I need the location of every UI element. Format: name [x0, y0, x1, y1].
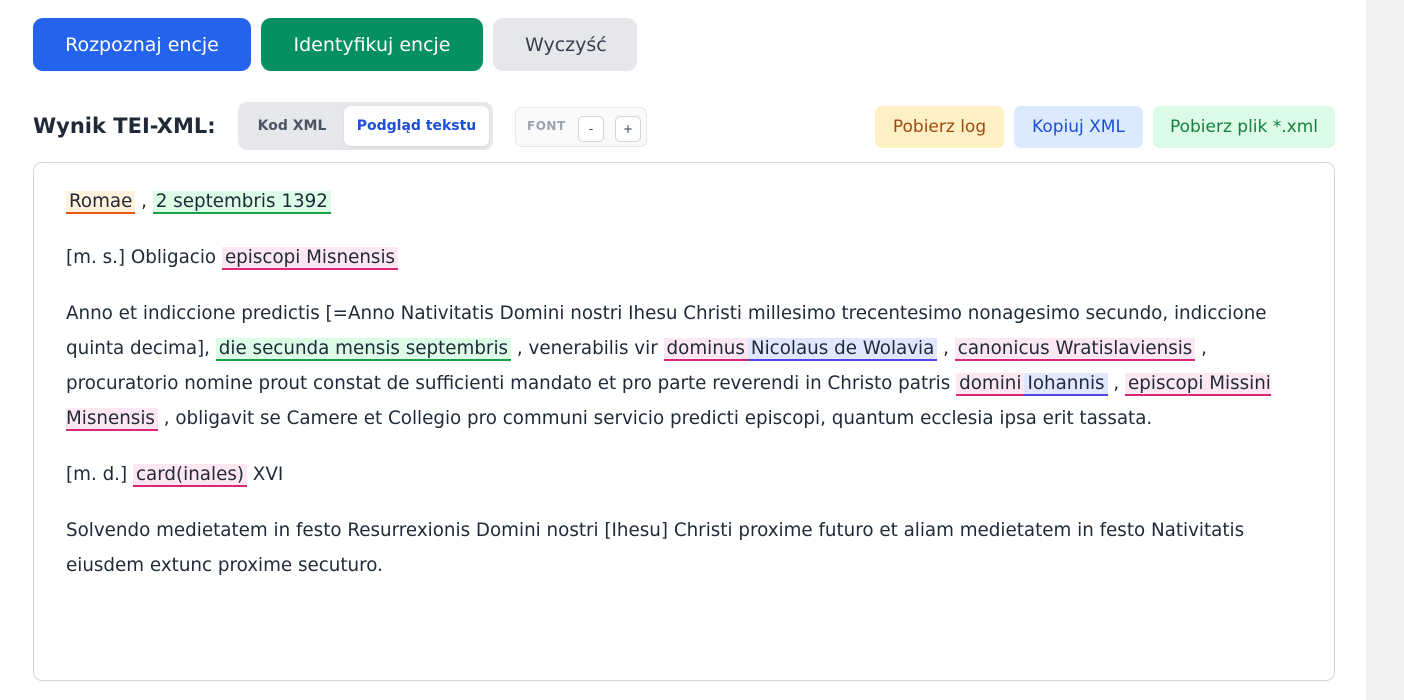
font-increase-button[interactable]: + — [615, 116, 641, 142]
role-entity[interactable]: domini — [956, 373, 1025, 396]
result-header: Wynik TEI-XML: Kod XML Podgląd tekstu FO… — [33, 102, 1335, 150]
text-segment: , — [141, 191, 147, 212]
text-segment: Solvendo medietatem in festo Resurrexion… — [66, 520, 1245, 576]
date-entity[interactable]: 2 septembris 1392 — [152, 191, 331, 214]
text-segment: , obligavit se Camere et Collegio pro co… — [163, 408, 1153, 429]
main-toolbar: Rozpoznaj encje Identyfikuj encje Wyczyś… — [33, 18, 637, 71]
font-decrease-button[interactable]: - — [578, 116, 604, 142]
tab-text-preview[interactable]: Podgląd tekstu — [344, 106, 489, 146]
preview-paragraph: Solvendo medietatem in festo Resurrexion… — [66, 513, 1302, 583]
page-scrollbar[interactable] — [1366, 0, 1404, 700]
view-toggle: Kod XML Podgląd tekstu — [238, 102, 493, 150]
role-entity[interactable]: episcopi Misnensis — [221, 247, 399, 270]
person-entity[interactable]: Nicolaus de Wolavia — [747, 338, 938, 361]
preview-paragraph: Anno et indiccione predictis [=Anno Nati… — [66, 296, 1302, 436]
text-segment: [m. d.] — [66, 464, 128, 485]
download-xml-button[interactable]: Pobierz plik *.xml — [1153, 106, 1335, 148]
role-entity[interactable]: dominus — [663, 338, 748, 361]
person-entity[interactable]: Iohannis — [1024, 373, 1108, 396]
preview-paragraph: [m. s.] Obligacio episcopi Misnensis — [66, 240, 1302, 275]
copy-xml-button[interactable]: Kopiuj XML — [1014, 106, 1143, 148]
font-label: FONT — [527, 119, 566, 133]
text-preview-panel: Romae , 2 septembris 1392 [m. s.] Obliga… — [33, 162, 1335, 681]
preview-paragraph: Romae , 2 septembris 1392 — [66, 184, 1302, 219]
text-segment: [m. s.] Obligacio — [66, 247, 217, 268]
place-entity[interactable]: Romae — [66, 191, 136, 214]
text-segment: XVI — [252, 464, 284, 485]
clear-button[interactable]: Wyczyść — [493, 18, 637, 71]
date-entity[interactable]: die secunda mensis septembris — [215, 338, 512, 361]
tab-xml-code[interactable]: Kod XML — [242, 106, 342, 146]
identify-entities-button[interactable]: Identyfikuj encje — [261, 18, 483, 71]
text-segment: , venerabilis vir — [516, 338, 658, 359]
role-entity[interactable]: canonicus Wratislaviensis — [954, 338, 1196, 361]
preview-paragraph: [m. d.] card(inales) XVI — [66, 457, 1302, 492]
text-segment: , — [1113, 373, 1120, 394]
font-size-control: FONT - + — [515, 107, 647, 147]
role-entity[interactable]: card(inales) — [132, 464, 247, 487]
download-log-button[interactable]: Pobierz log — [875, 106, 1004, 148]
result-title: Wynik TEI-XML: — [33, 114, 216, 138]
text-segment: , — [943, 338, 949, 359]
recognize-entities-button[interactable]: Rozpoznaj encje — [33, 18, 251, 71]
